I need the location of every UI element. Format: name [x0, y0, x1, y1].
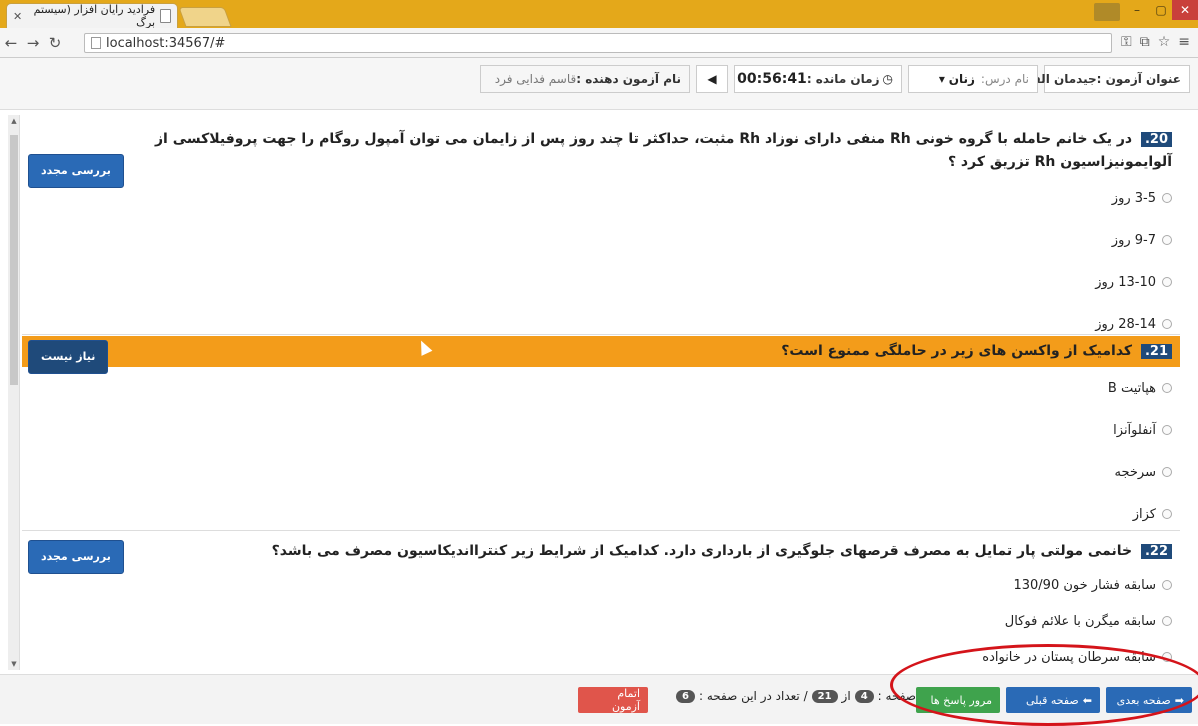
browser-tab-title: فرادید رایان افزار (سیستم برگ: [33, 3, 156, 29]
radio-button[interactable]: [1162, 193, 1172, 203]
radio-button[interactable]: [1162, 509, 1172, 519]
question-text-row: 20. در یک خانم حامله با گروه خونی Rh منف…: [22, 118, 1180, 188]
address-bar[interactable]: localhost:34567/#: [84, 33, 1112, 53]
browser-tools: ⚿ ⧉ ☆ ≡: [1121, 34, 1190, 50]
radio-button[interactable]: [1162, 425, 1172, 435]
exam-title-label: عنوان آزمون :: [1096, 72, 1181, 86]
finish-exam-button[interactable]: اتمام آزمون: [578, 687, 648, 713]
examinee-label: نام آزمون دهنده :: [576, 72, 681, 86]
question-number: 20.: [1140, 132, 1172, 147]
question-divider: [22, 334, 1180, 335]
browser-tab[interactable]: فرادید رایان افزار (سیستم برگ ✕: [6, 3, 178, 29]
option-label: آنفلوآنزا: [1113, 422, 1156, 438]
question-number: 22.: [1140, 544, 1172, 559]
annotation-circle: [890, 644, 1198, 726]
option-label: سابقه فشار خون 130/90: [1013, 577, 1156, 593]
answer-option[interactable]: هپاتیت B: [22, 367, 1180, 409]
menu-icon[interactable]: ≡: [1178, 34, 1190, 50]
option-label: هپاتیت B: [1107, 380, 1156, 396]
time-left-label: زمان مانده :: [806, 72, 880, 86]
bookmark-star-icon[interactable]: ☆: [1158, 34, 1171, 50]
total-pages-badge: 21: [811, 689, 838, 703]
maximize-window-icon[interactable]: ▢: [1150, 0, 1172, 20]
key-icon[interactable]: ⚿: [1121, 34, 1132, 50]
scrollbar-thumb[interactable]: [10, 135, 18, 385]
question-text: خانمی مولتی پار تمایل به مصرف قرصهای جلو…: [271, 543, 1133, 559]
speaker-icon: ◀: [707, 72, 717, 86]
radio-button[interactable]: [1162, 277, 1172, 287]
answer-option[interactable]: کزاز: [22, 493, 1180, 535]
course-label: نام درس:: [980, 72, 1029, 86]
clock-icon: ◷: [882, 72, 893, 86]
time-left: ◷ زمان مانده :: [807, 72, 893, 86]
question-number: 21.: [1140, 344, 1172, 359]
answer-option[interactable]: آنفلوآنزا: [22, 409, 1180, 451]
user-profile-icon[interactable]: [1094, 3, 1120, 21]
course-value: زنان: [948, 72, 975, 86]
question-text-row: 22. خانمی مولتی پار تمایل به مصرف قرصهای…: [22, 530, 1180, 574]
radio-button[interactable]: [1162, 467, 1172, 477]
answer-option[interactable]: 3-5 روز: [22, 177, 1180, 219]
translate-icon[interactable]: ⧉: [1140, 34, 1150, 50]
tab-close-icon[interactable]: ✕: [13, 10, 22, 23]
radio-button[interactable]: [1162, 319, 1172, 329]
option-label: 3-5 روز: [1111, 190, 1156, 206]
audio-toggle-button[interactable]: ◀: [696, 65, 728, 93]
address-toolbar: ← → ↻ localhost:34567/# ⚿ ⧉ ☆ ≡: [0, 28, 1198, 58]
count-label: / تعداد در این صفحه :: [698, 689, 808, 703]
answer-option[interactable]: 13-10 روز: [22, 261, 1180, 303]
review-again-button[interactable]: بررسی مجدد: [28, 540, 124, 574]
count-badge: 6: [676, 689, 695, 703]
question-text: در یک خانم حامله با گروه خونی Rh منفی دا…: [154, 131, 1172, 170]
new-tab-button[interactable]: [178, 7, 232, 27]
option-label: 28-14 روز: [1095, 316, 1156, 332]
option-label: 9-7 روز: [1111, 232, 1156, 248]
caret-down-icon: ▾: [938, 72, 945, 86]
radio-button[interactable]: [1162, 616, 1172, 626]
option-label: سرخجه: [1114, 464, 1156, 480]
examinee-box: نام آزمون دهنده : قاسم فدایی فرد: [480, 65, 690, 93]
scroll-up-icon[interactable]: ▲: [10, 117, 18, 125]
question-text: کدامیک از واکسن های زیر در حاملگی ممنوع …: [781, 343, 1133, 359]
option-label: کزاز: [1132, 506, 1156, 522]
option-label: 13-10 روز: [1095, 274, 1156, 290]
answer-option[interactable]: سابقه فشار خون 130/90: [22, 567, 1180, 603]
question-20: 20. در یک خانم حامله با گروه خونی Rh منف…: [22, 118, 1180, 345]
answer-option[interactable]: 9-7 روز: [22, 219, 1180, 261]
course-select[interactable]: زنان ▾: [939, 72, 975, 86]
answer-option[interactable]: سرخجه: [22, 451, 1180, 493]
content-scrollbar[interactable]: ▲ ▼: [8, 115, 20, 670]
review-again-button[interactable]: بررسی مجدد: [28, 154, 124, 188]
url-text: localhost:34567/#: [106, 35, 226, 51]
page-favicon-icon: [160, 9, 171, 23]
scroll-down-icon[interactable]: ▼: [10, 660, 18, 668]
browser-tab-bar: فرادید رایان افزار (سیستم برگ ✕ – ▢ ✕: [0, 0, 1198, 29]
radio-button[interactable]: [1162, 580, 1172, 590]
exam-info-bar: عنوان آزمون : جیدمان الف نام درس: زنان ▾…: [0, 58, 1198, 110]
course-box: نام درس: زنان ▾: [908, 65, 1038, 93]
question-text-row: 21. کدامیک از واکسن های زیر در حاملگی مم…: [22, 336, 1180, 374]
page-info: صفحه : 4 از 21 / تعداد در این صفحه : 6: [676, 689, 916, 703]
countdown-timer: 00:56:41: [737, 71, 807, 87]
option-label: سابقه میگرن با علائم فوکال: [1004, 613, 1156, 629]
radio-button[interactable]: [1162, 235, 1172, 245]
back-arrow-icon[interactable]: ←: [0, 34, 22, 52]
finish-exam-label: اتمام آزمون: [611, 687, 640, 713]
reload-icon[interactable]: ↻: [44, 34, 66, 52]
answer-option[interactable]: سابقه میگرن با علائم فوکال: [22, 603, 1180, 639]
minimize-window-icon[interactable]: –: [1124, 0, 1150, 20]
close-window-icon[interactable]: ✕: [1172, 0, 1198, 20]
timer-box: ◷ زمان مانده : 00:56:41: [734, 65, 902, 93]
exam-title-box: عنوان آزمون : جیدمان الف: [1027, 65, 1190, 93]
forward-arrow-icon[interactable]: →: [22, 34, 44, 52]
question-21: 21. کدامیک از واکسن های زیر در حاملگی مم…: [22, 336, 1180, 535]
page-icon: [91, 37, 101, 49]
not-needed-button[interactable]: نیاز نیست: [28, 340, 109, 374]
current-page-badge: 4: [854, 689, 874, 703]
radio-button[interactable]: [1162, 383, 1172, 393]
of-label: از: [841, 689, 851, 703]
examinee-value: قاسم فدایی فرد: [494, 72, 577, 86]
